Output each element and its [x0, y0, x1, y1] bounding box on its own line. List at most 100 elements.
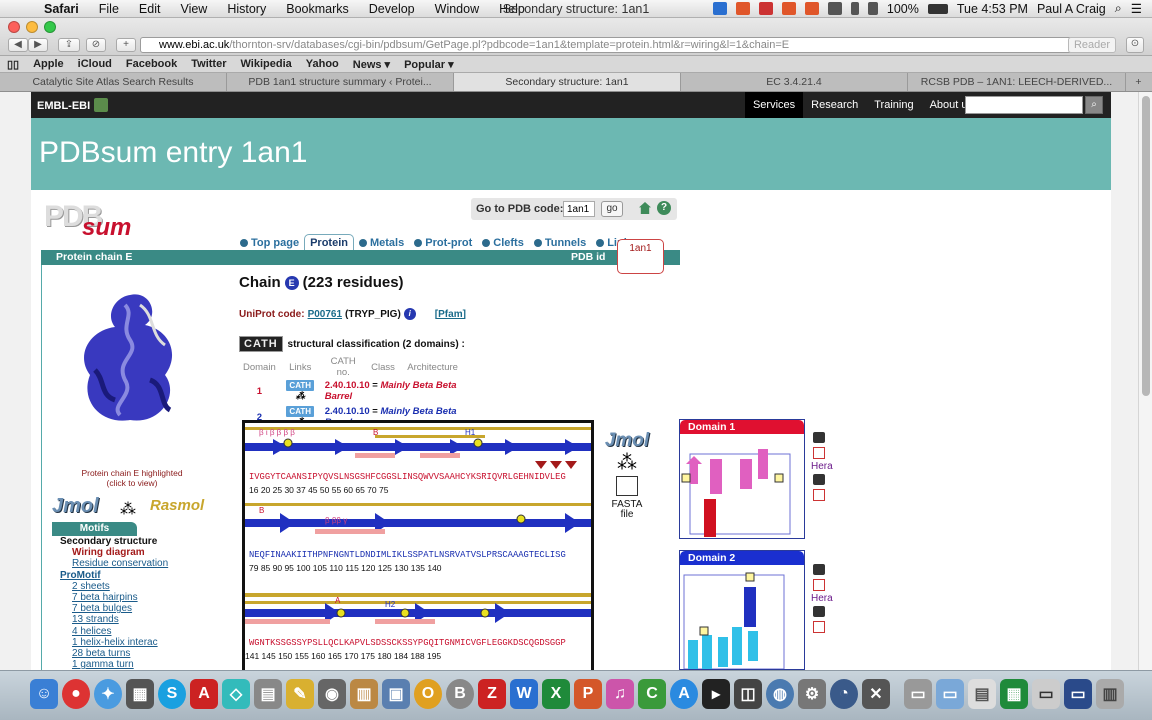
- prosite-icon[interactable]: [813, 606, 825, 617]
- tab-metals[interactable]: Metals: [354, 234, 409, 251]
- forward-button[interactable]: ▶: [28, 38, 48, 52]
- nav-training[interactable]: Training: [866, 92, 921, 118]
- globe-icon[interactable]: ◍: [766, 679, 794, 709]
- bookmark-popular[interactable]: Popular ▾: [397, 58, 461, 71]
- notes-icon[interactable]: ✎: [286, 679, 314, 709]
- wiring-diagram-link[interactable]: Wiring diagram: [60, 547, 168, 558]
- jmol-button[interactable]: Jmol: [52, 495, 99, 518]
- screen-icon[interactable]: ◫: [734, 679, 762, 709]
- protein-structure-image[interactable]: [70, 285, 200, 435]
- safari-icon[interactable]: ✦: [94, 679, 122, 709]
- info-icon[interactable]: i: [403, 308, 416, 320]
- hera-link[interactable]: Hera: [811, 593, 841, 604]
- pdf-icon[interactable]: [813, 447, 825, 459]
- back-button[interactable]: ◀: [8, 38, 28, 52]
- b-icon[interactable]: [735, 2, 750, 15]
- tab-clefts[interactable]: Clefts: [477, 234, 529, 251]
- help-icon[interactable]: ?: [657, 201, 671, 215]
- menu-bookmarks[interactable]: Bookmarks: [276, 2, 359, 16]
- nav-services[interactable]: Services: [744, 92, 804, 118]
- pdb-id-box[interactable]: 1an1: [617, 239, 664, 274]
- pdb-code-input[interactable]: [563, 201, 595, 217]
- folder-icon[interactable]: ▭: [936, 679, 964, 709]
- camera-icon[interactable]: ◉: [318, 679, 346, 709]
- menu-develop[interactable]: Develop: [359, 2, 425, 16]
- tab-ec[interactable]: EC 3.4.21.4: [681, 73, 908, 91]
- skype-icon[interactable]: S: [158, 679, 186, 709]
- camtasia-icon[interactable]: C: [638, 679, 666, 709]
- user-name[interactable]: Paul A Craig: [1037, 2, 1106, 16]
- b2-icon[interactable]: [781, 2, 796, 15]
- motif-hairpins-link[interactable]: 7 beta hairpins: [60, 592, 168, 603]
- menu-app[interactable]: Safari: [34, 2, 89, 16]
- hera-link[interactable]: Hera: [811, 461, 841, 472]
- app-store-icon[interactable]: A: [670, 679, 698, 709]
- address-bar[interactable]: www.ebi.ac.uk/thornton-srv/databases/cgi…: [140, 37, 1072, 53]
- share-button[interactable]: ⇪: [58, 38, 80, 52]
- system-preferences-icon[interactable]: ⚙: [798, 679, 826, 709]
- volume-icon[interactable]: [867, 2, 878, 15]
- motif-sheets-link[interactable]: 2 sheets: [60, 581, 168, 592]
- motif-helices-link[interactable]: 4 helices: [60, 626, 168, 637]
- pfam-link[interactable]: [Pfam]: [435, 309, 466, 320]
- bluetooth-icon[interactable]: [850, 2, 859, 15]
- excel-icon[interactable]: X: [542, 679, 570, 709]
- tab-secondary-structure[interactable]: Secondary structure: 1an1: [454, 73, 681, 91]
- window-icon[interactable]: ▭: [1032, 679, 1060, 709]
- tab-catalytic-site[interactable]: Catalytic Site Atlas Search Results: [0, 73, 227, 91]
- add-tab-button[interactable]: +: [1126, 73, 1151, 91]
- outlook-icon[interactable]: O: [414, 679, 442, 709]
- menu-edit[interactable]: Edit: [129, 2, 171, 16]
- app-icon[interactable]: ◇: [222, 679, 250, 709]
- prosite-icon[interactable]: [813, 564, 825, 575]
- tab-top-page[interactable]: Top page: [235, 234, 304, 251]
- wifi-icon[interactable]: [827, 2, 842, 15]
- prosite-icon[interactable]: [813, 432, 825, 443]
- pdf-icon[interactable]: [813, 489, 825, 501]
- document-icon[interactable]: ▤: [968, 679, 996, 709]
- reader-button[interactable]: Reader: [1068, 37, 1116, 53]
- bookmark-wikipedia[interactable]: Wikipedia: [234, 58, 299, 70]
- trash-icon[interactable]: ▥: [1096, 679, 1124, 709]
- bookmark-yahoo[interactable]: Yahoo: [299, 58, 346, 70]
- new-tab-button[interactable]: +: [116, 38, 136, 52]
- prosite-icon[interactable]: [813, 474, 825, 485]
- excel-doc-icon[interactable]: ▦: [1000, 679, 1028, 709]
- bbedit-icon[interactable]: B: [446, 679, 474, 709]
- zoom-button[interactable]: [44, 21, 56, 33]
- menu-window[interactable]: Window: [425, 2, 489, 16]
- wiring-diagram[interactable]: β ι β β β β B H1 IVGGYTCAANSIPYQVSLNSGSH…: [242, 420, 594, 670]
- menu-help[interactable]: Help: [489, 2, 535, 16]
- chrome-icon[interactable]: ●: [62, 679, 90, 709]
- clock[interactable]: Tue 4:53 PM: [957, 2, 1028, 16]
- ebi-search-input[interactable]: [965, 96, 1083, 114]
- time-machine-icon[interactable]: ◔: [830, 679, 858, 709]
- search-icon[interactable]: ⌕: [1085, 96, 1103, 114]
- motif-gamma-turn-link[interactable]: 1 gamma turn: [60, 659, 168, 670]
- vertical-scrollbar[interactable]: [1138, 92, 1152, 670]
- preview-icon[interactable]: ▣: [382, 679, 410, 709]
- cath-logo[interactable]: CATH: [239, 336, 283, 352]
- motif-bulges-link[interactable]: 7 beta bulges: [60, 603, 168, 614]
- itunes-icon[interactable]: ♫: [606, 679, 634, 709]
- uniprot-link[interactable]: P00761: [308, 309, 342, 320]
- pdbsum-logo[interactable]: PDB sum: [44, 200, 154, 241]
- fasta-file-icon[interactable]: [616, 476, 638, 496]
- books-icon[interactable]: ▥: [350, 679, 378, 709]
- tab-rcsb[interactable]: RCSB PDB – 1AN1: LEECH-DERIVED...: [908, 73, 1126, 91]
- tab-prot-prot[interactable]: Prot-prot: [409, 234, 477, 251]
- pdf-icon[interactable]: [813, 579, 825, 591]
- menu-view[interactable]: View: [170, 2, 217, 16]
- nav-research[interactable]: Research: [803, 92, 866, 118]
- shield-icon[interactable]: [758, 2, 773, 15]
- menu-history[interactable]: History: [217, 2, 276, 16]
- monitor-icon[interactable]: ▭: [1064, 679, 1092, 709]
- molecule-icon[interactable]: ⁂: [596, 452, 658, 474]
- stack-icon[interactable]: ▭: [904, 679, 932, 709]
- terminal-icon[interactable]: ▸: [702, 679, 730, 709]
- jmol-side-button[interactable]: Jmol: [596, 430, 658, 452]
- acrobat-icon[interactable]: A: [190, 679, 218, 709]
- downloads-button[interactable]: ⊙: [1126, 37, 1144, 53]
- tab-protein[interactable]: Protein: [304, 234, 354, 251]
- cath-link[interactable]: CATH: [286, 406, 315, 417]
